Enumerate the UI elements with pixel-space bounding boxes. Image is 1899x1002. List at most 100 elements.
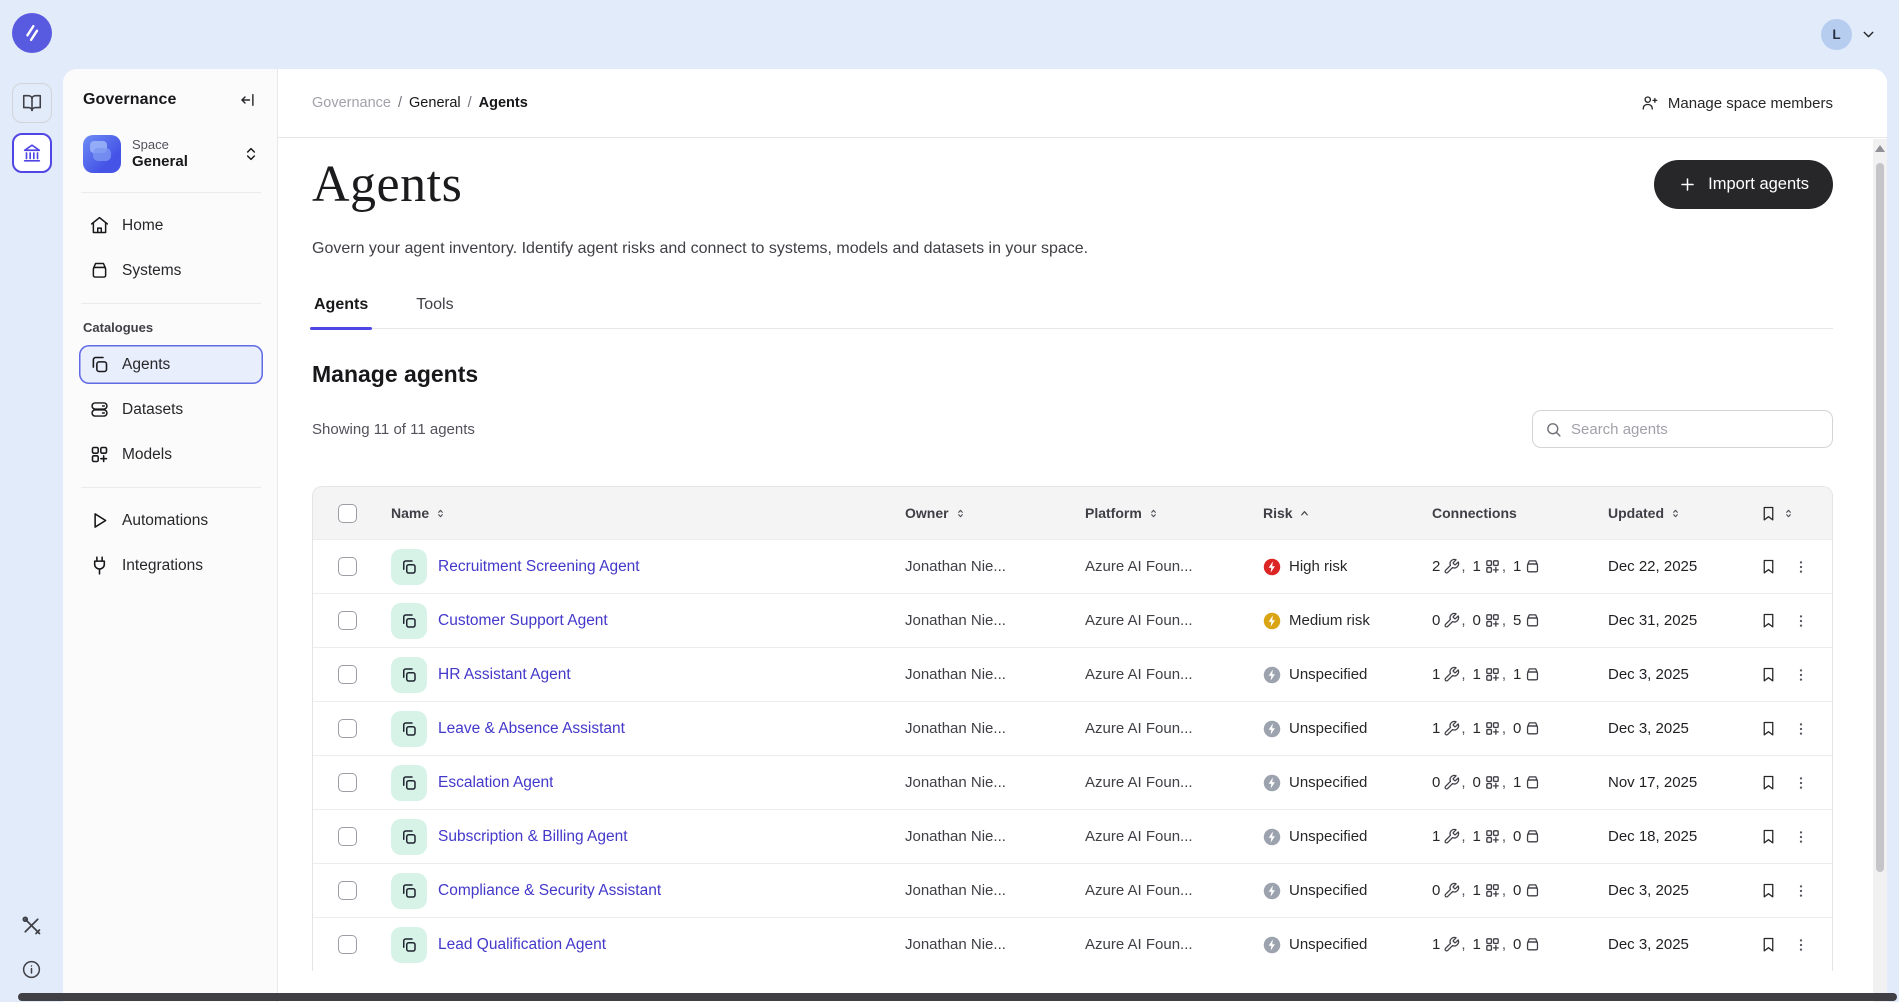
governance-rail-button[interactable] — [12, 133, 52, 173]
agent-name-link[interactable]: Lead Qualification Agent — [438, 936, 606, 954]
row-checkbox[interactable] — [338, 827, 357, 846]
sidebar-collapse-button[interactable] — [237, 89, 259, 111]
sidebar-title: Governance — [83, 91, 176, 109]
tab-agents[interactable]: Agents — [312, 296, 370, 328]
row-menu-button[interactable] — [1793, 829, 1809, 845]
agent-type-icon — [391, 873, 427, 909]
search-input[interactable] — [1571, 421, 1820, 438]
row-menu-button[interactable] — [1793, 775, 1809, 791]
agent-type-icon — [391, 549, 427, 585]
sidebar-item-agents[interactable]: Agents — [79, 345, 263, 384]
connection-separator: , — [1461, 558, 1465, 575]
agent-name-link[interactable]: Subscription & Billing Agent — [438, 828, 628, 846]
bookmark-button[interactable] — [1760, 828, 1777, 845]
risk-unspecified-icon — [1263, 666, 1281, 684]
column-header-updated[interactable]: Updated — [1608, 505, 1756, 521]
row-checkbox[interactable] — [338, 557, 357, 576]
app-rail — [0, 0, 63, 1002]
row-menu-button[interactable] — [1793, 613, 1809, 629]
row-select-cell — [313, 773, 391, 792]
sort-icon — [1670, 508, 1681, 519]
bookmark-button[interactable] — [1760, 558, 1777, 575]
user-avatar[interactable]: L — [1821, 19, 1852, 50]
vertical-scrollbar-thumb[interactable] — [1876, 163, 1884, 872]
vertical-scrollbar[interactable] — [1873, 139, 1887, 1002]
tab-tools[interactable]: Tools — [414, 296, 455, 328]
topbar: L — [63, 0, 1899, 69]
column-header-platform[interactable]: Platform — [1085, 505, 1263, 521]
row-select-cell — [313, 881, 391, 900]
sidebar-item-datasets[interactable]: Datasets — [79, 390, 263, 429]
bookmark-button[interactable] — [1760, 774, 1777, 791]
sidebar-section-catalogues: Catalogues — [83, 320, 263, 335]
bookmark-button[interactable] — [1760, 882, 1777, 899]
owner-cell: Jonathan Nie... — [905, 612, 1085, 630]
scroll-up-arrow-icon[interactable] — [1875, 145, 1885, 152]
row-menu-button[interactable] — [1793, 667, 1809, 683]
select-all-checkbox[interactable] — [338, 504, 357, 523]
owner-value: Jonathan Nie... — [905, 774, 1006, 791]
breadcrumb-separator: / — [468, 95, 472, 111]
import-agents-button[interactable]: Import agents — [1654, 160, 1833, 209]
breadcrumb-general[interactable]: General — [409, 95, 461, 111]
row-actions-cell — [1756, 612, 1832, 629]
agent-name-link[interactable]: Compliance & Security Assistant — [438, 882, 661, 900]
breadcrumb-governance[interactable]: Governance — [312, 95, 391, 111]
bookmark-button[interactable] — [1760, 720, 1777, 737]
agent-type-icon — [391, 927, 427, 963]
space-selector[interactable]: Space General — [79, 129, 263, 179]
info-rail-button[interactable] — [21, 959, 42, 980]
agent-name-link[interactable]: Escalation Agent — [438, 774, 553, 792]
column-header-bookmark[interactable] — [1760, 505, 1794, 522]
info-icon — [21, 959, 42, 980]
agent-name-link[interactable]: Recruitment Screening Agent — [438, 558, 640, 576]
column-header-risk[interactable]: Risk — [1263, 505, 1310, 521]
sidebar-item-integrations[interactable]: Integrations — [79, 546, 263, 585]
agent-name-link[interactable]: Leave & Absence Assistant — [438, 720, 625, 738]
sidebar-item-home[interactable]: Home — [79, 206, 263, 245]
row-menu-button[interactable] — [1793, 559, 1809, 575]
row-checkbox[interactable] — [338, 719, 357, 738]
column-header-name[interactable]: Name — [391, 505, 446, 521]
sidebar-item-models[interactable]: Models — [79, 435, 263, 474]
user-menu-chevron-down-icon[interactable] — [1860, 26, 1877, 43]
row-menu-button[interactable] — [1793, 721, 1809, 737]
risk-label: Unspecified — [1289, 828, 1367, 845]
sort-icon — [1783, 508, 1794, 519]
row-checkbox[interactable] — [338, 881, 357, 900]
bookmark-button[interactable] — [1760, 612, 1777, 629]
horizontal-scrollbar-thumb[interactable] — [18, 993, 1897, 1001]
tools-connection-icon — [1443, 666, 1460, 683]
row-checkbox[interactable] — [338, 935, 357, 954]
row-checkbox[interactable] — [338, 773, 357, 792]
updated-value: Nov 17, 2025 — [1608, 774, 1697, 791]
sidebar-item-label: Models — [122, 446, 172, 464]
bookmark-button[interactable] — [1760, 936, 1777, 953]
library-rail-button[interactable] — [12, 83, 52, 123]
row-menu-button[interactable] — [1793, 937, 1809, 953]
tools-rail-button[interactable] — [20, 914, 43, 937]
agent-name-link[interactable]: Customer Support Agent — [438, 612, 608, 630]
column-header-owner[interactable]: Owner — [905, 505, 1085, 521]
manage-space-members-button[interactable]: Manage space members — [1641, 94, 1833, 112]
models-connection-icon — [1484, 882, 1501, 899]
sidebar-item-systems[interactable]: Systems — [79, 251, 263, 290]
updated-cell: Dec 31, 2025 — [1608, 612, 1756, 630]
models-connection-icon — [1484, 828, 1501, 845]
systems-connection-icon — [1524, 666, 1541, 683]
tools-connection-icon — [1443, 882, 1460, 899]
agent-type-icon — [391, 657, 427, 693]
owner-value: Jonathan Nie... — [905, 666, 1006, 683]
agent-name-link[interactable]: HR Assistant Agent — [438, 666, 571, 684]
row-checkbox[interactable] — [338, 611, 357, 630]
row-checkbox[interactable] — [338, 665, 357, 684]
bookmark-button[interactable] — [1760, 666, 1777, 683]
models-connection-icon — [1484, 720, 1501, 737]
brand-logo[interactable] — [12, 13, 52, 53]
models-connection-count: 1 — [1473, 828, 1481, 845]
search-icon — [1545, 421, 1562, 438]
column-header-connections[interactable]: Connections — [1432, 505, 1517, 521]
space-switcher-chevrons-icon[interactable] — [243, 146, 259, 162]
row-menu-button[interactable] — [1793, 883, 1809, 899]
sidebar-item-automations[interactable]: Automations — [79, 501, 263, 540]
